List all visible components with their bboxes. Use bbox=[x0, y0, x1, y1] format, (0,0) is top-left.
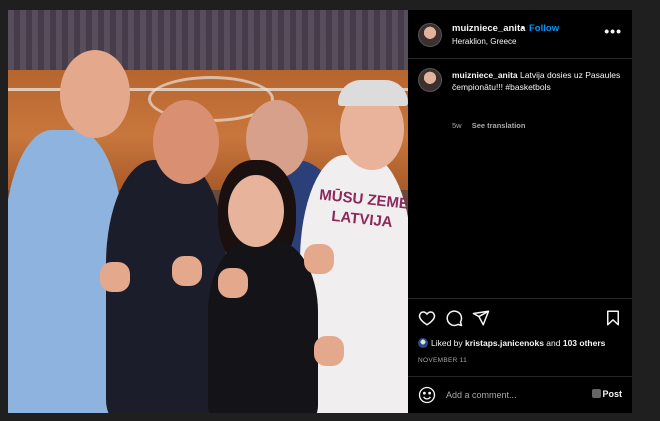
emoji-icon[interactable] bbox=[418, 386, 436, 404]
comment-icon[interactable] bbox=[445, 309, 463, 327]
woman-body bbox=[208, 240, 318, 413]
post-side-panel: muizniece_anita • Follow Heraklion, Gree… bbox=[408, 10, 632, 413]
comment-input[interactable] bbox=[446, 387, 586, 403]
thumb-up-right bbox=[304, 244, 334, 274]
liker-avatar[interactable] bbox=[418, 338, 428, 348]
location-link[interactable]: Heraklion, Greece bbox=[452, 37, 516, 46]
separator-dot: • bbox=[521, 23, 525, 34]
more-horizontal-icon[interactable]: ••• bbox=[604, 23, 622, 39]
heart-icon[interactable] bbox=[418, 309, 436, 327]
person-left-head bbox=[60, 50, 130, 138]
post-icon bbox=[592, 389, 602, 398]
send-icon[interactable] bbox=[472, 309, 490, 327]
follow-button[interactable]: Follow bbox=[529, 23, 559, 34]
post-comment-button[interactable]: Post bbox=[592, 389, 622, 399]
header-username[interactable]: muizniece_anita bbox=[452, 23, 525, 34]
thumb-up-left bbox=[218, 268, 248, 298]
see-translation-link[interactable]: See translation bbox=[472, 121, 526, 130]
caption-text-block: muizniece_anita Latvija dosies uz Pasaul… bbox=[452, 69, 622, 93]
bookmark-icon[interactable] bbox=[604, 309, 622, 327]
caption-meta: 5w See translation bbox=[452, 121, 525, 130]
person-center-head bbox=[153, 100, 219, 184]
caption-avatar[interactable] bbox=[418, 68, 442, 92]
caption-username[interactable]: muizniece_anita bbox=[452, 70, 518, 80]
fist-left bbox=[100, 262, 130, 292]
liker-username[interactable]: kristaps.janicenoks bbox=[465, 338, 544, 348]
instagram-post: MŪSU ZEME LATVIJA muizniece_anita • Foll… bbox=[8, 10, 632, 413]
caption: muizniece_anita Latvija dosies uz Pasaul… bbox=[408, 58, 632, 298]
thumb-up-low bbox=[314, 336, 344, 366]
likes-summary: Liked by kristaps.janicenoks and 103 oth… bbox=[418, 338, 605, 348]
likes-others-link[interactable]: 103 others bbox=[563, 338, 606, 348]
woman-head bbox=[228, 175, 284, 247]
post-label: Post bbox=[602, 389, 622, 399]
likes-prefix: Liked by bbox=[431, 338, 466, 348]
post-photo[interactable]: MŪSU ZEME LATVIJA bbox=[8, 10, 408, 413]
cap bbox=[338, 80, 408, 106]
post-header: muizniece_anita • Follow Heraklion, Gree… bbox=[408, 10, 632, 59]
likes-middle: and bbox=[543, 338, 563, 348]
fist-center bbox=[172, 256, 202, 286]
post-date: NOVEMBER 11 bbox=[418, 357, 468, 364]
comment-bar: Post bbox=[408, 376, 632, 414]
avatar[interactable] bbox=[418, 23, 442, 47]
post-age: 5w bbox=[452, 121, 462, 130]
